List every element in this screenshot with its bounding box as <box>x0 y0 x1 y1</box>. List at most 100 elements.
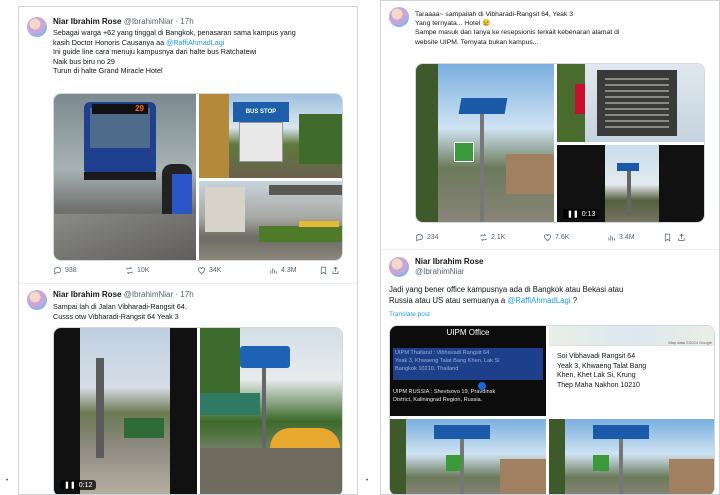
page-marker: • <box>6 478 9 484</box>
street-photo[interactable] <box>199 181 342 260</box>
heart-icon <box>198 266 205 274</box>
address-line: Soi Vibhavadi Rangsit 64 <box>557 353 636 360</box>
address-line: Thep Maha Nakhon 10210 <box>557 381 640 389</box>
tweet-header: Niar Ibrahim Rose @IbrahimNiar · 17h <box>53 290 194 299</box>
share-button[interactable] <box>331 266 343 275</box>
post-time[interactable]: · 17h <box>175 290 193 299</box>
tweet-text: Sebagai warga +62 yang tinggal di Bangko… <box>53 28 296 76</box>
translate-post-link[interactable]: Translate post <box>389 311 430 318</box>
office-address-card[interactable]: UIPM Office UIPM Thailand : Vibhavadi Ra… <box>390 326 546 416</box>
like-count: 34K <box>209 266 222 274</box>
bookmark-button[interactable] <box>663 233 677 242</box>
tweet-actions: 234 2.1K 7.6K 3.4M <box>415 231 715 243</box>
view-count: 4.3M <box>281 266 297 274</box>
repost-button[interactable]: 2.1K <box>479 233 543 242</box>
pause-icon[interactable]: ❚❚ <box>64 481 76 489</box>
pause-icon[interactable]: ❚❚ <box>567 210 579 218</box>
left-feed-panel: Niar Ibrahim Rose @IbrahimNiar · 17h Seb… <box>18 6 358 495</box>
like-button[interactable]: 34K <box>197 266 269 275</box>
share-icon <box>678 233 685 241</box>
video-timestamp: ❚❚ 0:12 <box>60 480 97 490</box>
like-count: 7.6K <box>555 233 570 241</box>
map-card[interactable]: Map data ©2024 Google Soi Vibhavadi Rang… <box>549 326 714 416</box>
tweet-line: Taraaaa~ sampailah di Vibharadi-Rangsit … <box>415 11 574 18</box>
repost-count: 10K <box>137 266 150 274</box>
bus-stop-sign: BUS STOP <box>233 102 289 122</box>
reply-button[interactable]: 234 <box>415 233 479 242</box>
avatar[interactable] <box>389 257 409 277</box>
tweet-actions: 938 10K 34K 4.3M <box>53 264 343 276</box>
street-sign-photo[interactable] <box>390 419 546 494</box>
author-name[interactable]: Niar Ibrahim Rose <box>53 290 121 299</box>
card-thailand-address: UIPM Thailand : Vibhavadi Rangsit 64 Yea… <box>393 348 543 380</box>
tweet-media-grid[interactable]: UIPM Office UIPM Thailand : Vibhavadi Ra… <box>389 325 715 494</box>
tweet-divider <box>381 249 719 250</box>
address-line: Yeak 3, Khwaeng Talat Bang <box>557 362 647 370</box>
author-handle[interactable]: @IbrahimNiar <box>415 267 483 277</box>
street-sign-photo[interactable] <box>416 64 554 222</box>
reply-count: 938 <box>65 266 77 274</box>
reply-icon <box>54 266 61 275</box>
tweet-line: website UIPM. Ternyata bukan kampus... <box>415 38 539 46</box>
tweet-header: Niar Ibrahim Rose @IbrahimNiar · 17h <box>53 17 194 26</box>
like-button[interactable]: 7.6K <box>543 233 607 242</box>
tweet-line: Sebagai warga +62 yang tinggal di Bangko… <box>53 28 296 37</box>
tweet-line-text: ? <box>570 295 578 305</box>
author-name[interactable]: Niar Ibrahim Rose <box>415 257 483 267</box>
bookmark-button[interactable] <box>319 266 331 275</box>
tweet-line: Jadi yang bener office kampusnya ada di … <box>389 285 624 294</box>
author-name[interactable]: Niar Ibrahim Rose <box>53 17 121 26</box>
repost-count: 2.1K <box>491 233 506 241</box>
tweet-media-grid[interactable]: ❚❚ 0:13 <box>415 63 705 223</box>
video-time: 0:13 <box>581 210 596 218</box>
views-button[interactable]: 4.3M <box>269 266 319 275</box>
post-time[interactable]: · 17h <box>175 17 193 26</box>
tweet-text: Jadi yang bener office kampusnya ada di … <box>389 285 623 307</box>
tweet-divider <box>19 283 357 284</box>
hotel-sign-photo[interactable] <box>557 64 704 142</box>
bookmark-icon <box>320 266 327 275</box>
avatar[interactable] <box>389 7 409 27</box>
view-count: 3.4M <box>619 233 635 241</box>
address-line: Khen, Khet Lak Si, Krung <box>557 372 636 379</box>
avatar[interactable] <box>27 290 47 310</box>
repost-icon <box>480 233 487 241</box>
tweet-media-grid[interactable]: 29 BUS STOP <box>53 93 343 261</box>
repost-icon <box>126 266 133 274</box>
author-handle[interactable]: @IbrahimNiar <box>124 290 173 299</box>
mention-link[interactable]: @RaffiAhmadLagi <box>166 38 224 47</box>
street-sign-photo[interactable] <box>549 419 714 494</box>
video-timestamp: ❚❚ 0:13 <box>563 209 600 219</box>
tweet-line: Yang ternyata... Hotel 😢 <box>415 20 491 28</box>
card-line: UIPM Thailand : Vibhavadi Rangsit 64 <box>395 350 490 356</box>
bus-stop-photo[interactable]: BUS STOP <box>199 94 342 178</box>
video-time: 0:12 <box>78 481 93 489</box>
reply-count: 234 <box>427 233 439 241</box>
video-player[interactable]: ❚❚ 0:12 <box>54 328 197 494</box>
card-line: UIPM RUSSIA : Shevtsovo 19, Pravdinsk <box>393 389 496 395</box>
mention-link[interactable]: @RaffiAhmadLagi <box>507 296 570 305</box>
tweet-line: Russia atau US atau semuanya a @RaffiAhm… <box>389 296 623 307</box>
map-address: Soi Vibhavadi Rangsit 64 Yeak 3, Khwaeng… <box>557 352 646 390</box>
share-icon <box>332 266 339 274</box>
reply-button[interactable]: 938 <box>53 266 125 275</box>
tweet-text: Sampai lah di Jalan Vibharadi-Rangsit 64… <box>53 302 187 321</box>
repost-button[interactable]: 10K <box>125 266 197 275</box>
heart-icon <box>544 233 551 241</box>
video-player[interactable]: ❚❚ 0:13 <box>557 145 704 222</box>
share-button[interactable] <box>677 233 689 242</box>
avatar[interactable] <box>27 17 47 37</box>
tweet-text: Taraaaa~ sampailah di Vibharadi-Rangsit … <box>415 10 619 47</box>
page-marker: • <box>366 478 369 484</box>
bus-photo[interactable]: 29 <box>54 94 196 260</box>
card-line: Yeak 3, Khwaeng Talat Bang Khen, Lak Si <box>395 358 500 364</box>
tweet-line-text: Russia atau US atau semuanya a <box>389 295 508 305</box>
tweet-line: Cusss otw Vibharadi-Rangsit 64 Yeak 3 <box>53 311 179 321</box>
author-handle[interactable]: @IbrahimNiar <box>124 17 173 26</box>
bookmark-icon <box>664 233 671 242</box>
street-sign-photo[interactable] <box>200 328 342 494</box>
tweet-media-grid[interactable]: ❚❚ 0:12 <box>53 327 343 494</box>
tweet-line: kasih Doctor Honoris Causanya aa @RaffiA… <box>53 38 296 48</box>
right-feed-panel: Taraaaa~ sampailah di Vibharadi-Rangsit … <box>380 0 720 495</box>
views-button[interactable]: 3.4M <box>607 233 663 242</box>
